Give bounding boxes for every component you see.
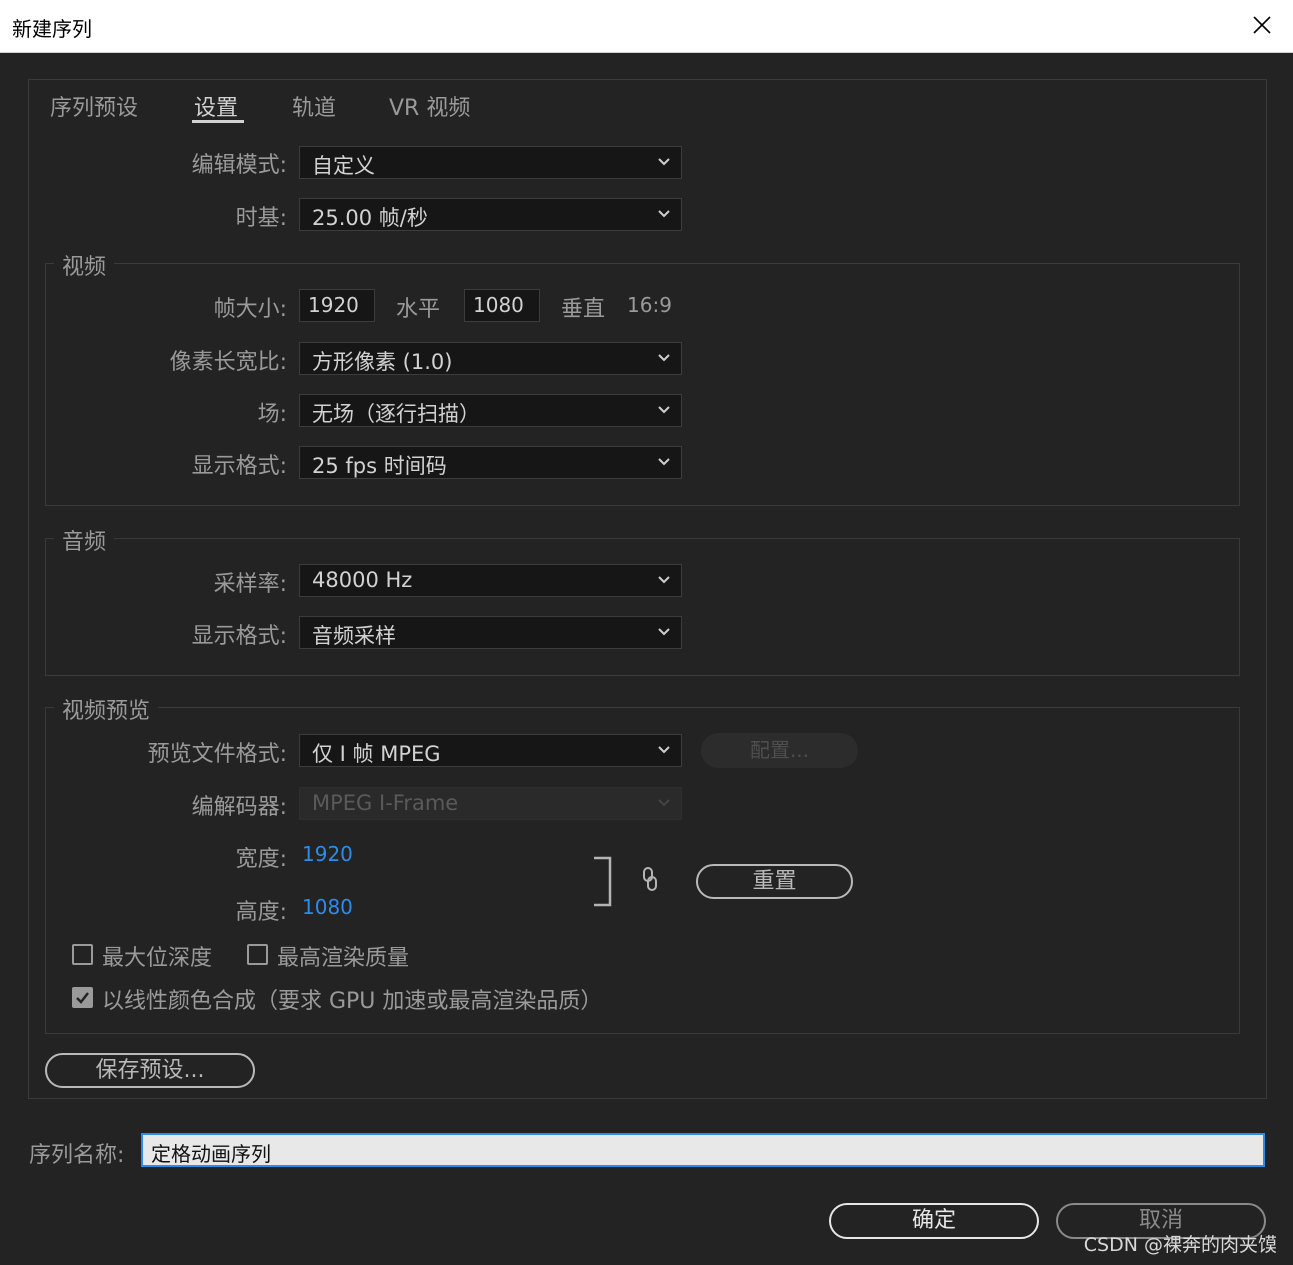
tab-active-indicator: [192, 120, 244, 123]
editing-mode-value: 自定义: [312, 154, 375, 178]
tab-vr-video[interactable]: VR 视频: [389, 90, 470, 122]
vertical-label: 垂直: [561, 297, 606, 322]
fields-select[interactable]: 无场（逐行扫描）: [299, 394, 682, 427]
video-preview-group-title: 视频预览: [54, 693, 159, 725]
configure-button[interactable]: 配置...: [701, 733, 858, 768]
audio-group-title: 音频: [54, 524, 115, 556]
codec-label: 编解码器:: [191, 795, 287, 820]
audio-display-format-label: 显示格式:: [191, 624, 287, 649]
link-bracket-icon: [594, 856, 612, 907]
chevron-down-icon: [658, 576, 670, 584]
checkmark-icon: [76, 992, 89, 1004]
fields-label: 场:: [257, 402, 287, 427]
codec-select[interactable]: MPEG I-Frame: [299, 787, 682, 820]
pixel-aspect-select[interactable]: 方形像素 (1.0): [299, 342, 682, 375]
preview-height-value[interactable]: 1080: [302, 895, 353, 919]
linear-color-checkbox[interactable]: [72, 987, 93, 1008]
max-bit-depth-checkbox[interactable]: [72, 944, 93, 965]
preview-format-select[interactable]: 仅 I 帧 MPEG: [299, 734, 682, 767]
timebase-value: 25.00 帧/秒: [312, 206, 428, 230]
editing-mode-label: 编辑模式:: [191, 153, 287, 178]
sample-rate-label: 采样率:: [213, 572, 287, 597]
tab-sequence-presets[interactable]: 序列预设: [50, 90, 138, 122]
chevron-down-icon: [658, 158, 670, 166]
video-group-title: 视频: [54, 249, 115, 281]
link-icon[interactable]: [641, 866, 659, 892]
tab-settings[interactable]: 设置: [194, 90, 238, 122]
preview-height-label: 高度:: [235, 900, 287, 925]
pixel-aspect-value: 方形像素 (1.0): [312, 350, 453, 374]
chevron-down-icon: [658, 406, 670, 414]
editing-mode-select[interactable]: 自定义: [299, 146, 682, 179]
timebase-label: 时基:: [235, 206, 287, 231]
ok-button[interactable]: 确定: [829, 1203, 1039, 1239]
video-display-format-select[interactable]: 25 fps 时间码: [299, 446, 682, 479]
linear-color-label: 以线性颜色合成（要求 GPU 加速或最高渲染品质）: [102, 989, 603, 1014]
chevron-down-icon: [658, 746, 670, 754]
chevron-down-icon: [658, 210, 670, 218]
title-bar: 新建序列: [0, 0, 1293, 53]
video-display-format-label: 显示格式:: [191, 454, 287, 479]
tab-tracks[interactable]: 轨道: [292, 90, 336, 122]
chevron-down-icon: [658, 799, 670, 807]
sample-rate-select[interactable]: 48000 Hz: [299, 564, 682, 597]
aspect-ratio-text: 16:9: [627, 293, 672, 317]
window-title: 新建序列: [12, 17, 92, 41]
timebase-select[interactable]: 25.00 帧/秒: [299, 198, 682, 231]
horizontal-label: 水平: [396, 297, 441, 322]
pixel-aspect-label: 像素长宽比:: [169, 350, 287, 375]
frame-width-input[interactable]: 1920: [299, 289, 375, 322]
chevron-down-icon: [658, 628, 670, 636]
audio-display-format-value: 音频采样: [312, 624, 396, 648]
save-preset-button[interactable]: 保存预设...: [45, 1053, 255, 1088]
chevron-down-icon: [658, 458, 670, 466]
close-icon[interactable]: [1249, 12, 1275, 38]
preview-width-value[interactable]: 1920: [302, 842, 353, 866]
frame-height-input[interactable]: 1080: [464, 289, 540, 322]
chevron-down-icon: [658, 354, 670, 362]
max-bit-depth-label: 最大位深度: [102, 946, 213, 971]
audio-group: [45, 538, 1240, 676]
sequence-name-input[interactable]: 定格动画序列: [141, 1133, 1265, 1167]
audio-display-format-select[interactable]: 音频采样: [299, 616, 682, 649]
preview-width-label: 宽度:: [235, 847, 287, 872]
max-render-quality-label: 最高渲染质量: [277, 946, 410, 971]
frame-size-label: 帧大小:: [213, 297, 287, 322]
codec-value: MPEG I-Frame: [312, 791, 459, 815]
sample-rate-value: 48000 Hz: [312, 568, 413, 592]
preview-format-label: 预览文件格式:: [147, 742, 287, 767]
preview-format-value: 仅 I 帧 MPEG: [312, 742, 441, 766]
video-display-format-value: 25 fps 时间码: [312, 454, 447, 478]
max-render-quality-checkbox[interactable]: [247, 944, 268, 965]
watermark: CSDN @裸奔的肉夹馍: [1083, 1234, 1277, 1256]
fields-value: 无场（逐行扫描）: [312, 402, 480, 426]
reset-button[interactable]: 重置: [696, 864, 853, 899]
sequence-name-label: 序列名称:: [29, 1143, 125, 1168]
